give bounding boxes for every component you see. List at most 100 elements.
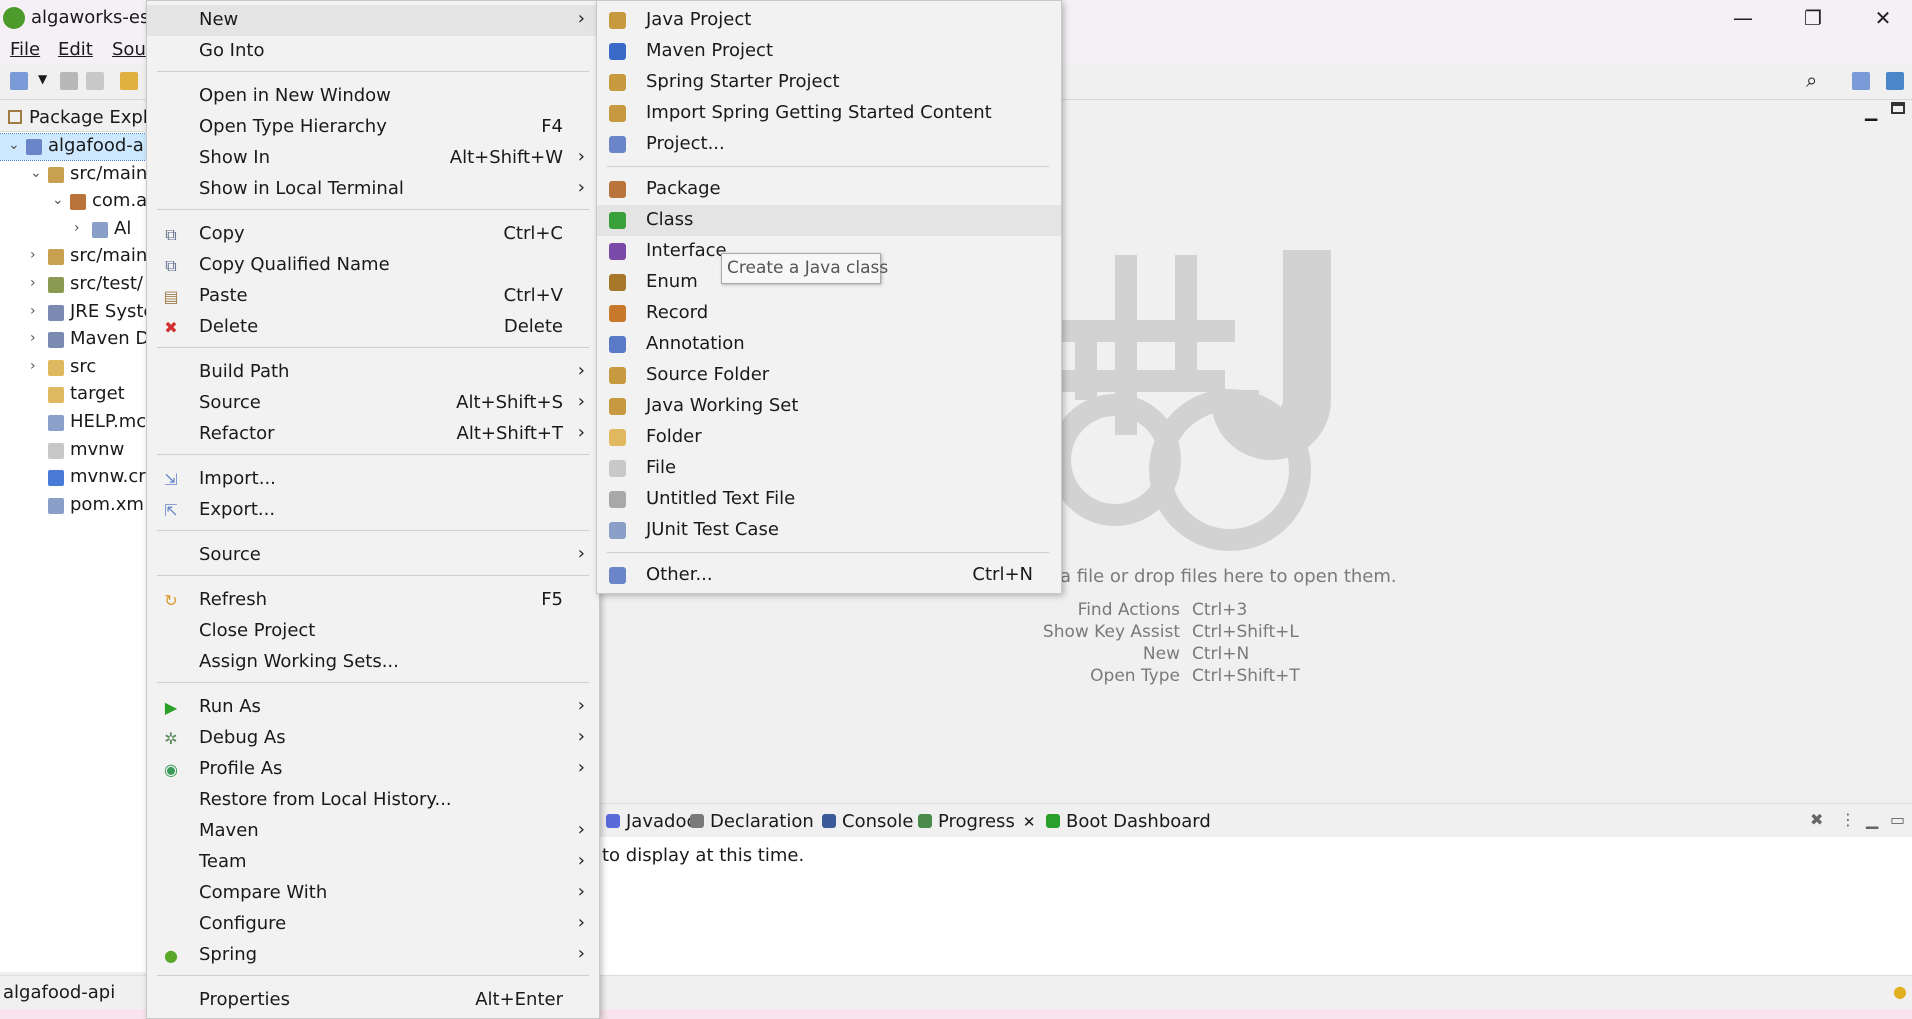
- expand-toggle-icon[interactable]: ⌄: [52, 192, 66, 208]
- menu-item-source[interactable]: Source Alt+Shift+S ›: [147, 388, 599, 419]
- new-record[interactable]: Record: [597, 298, 1061, 329]
- search-icon[interactable]: ⌕: [1806, 68, 1817, 92]
- expand-toggle-icon[interactable]: ›: [30, 330, 44, 346]
- menu-item-copy-qualified-name[interactable]: ⧉ Copy Qualified Name: [147, 250, 599, 281]
- new-wizard-icon[interactable]: [10, 72, 28, 90]
- new-project[interactable]: Project...: [597, 129, 1061, 160]
- tree-item[interactable]: mvnw: [0, 438, 146, 464]
- tree-item[interactable]: › Al: [0, 217, 146, 243]
- tree-item[interactable]: › JRE Syste: [0, 300, 146, 326]
- tree-item[interactable]: pom.xm: [0, 493, 146, 519]
- menu-item-maven[interactable]: Maven ›: [147, 816, 599, 847]
- expand-toggle-icon[interactable]: ›: [74, 220, 88, 236]
- tree-item[interactable]: HELP.mc: [0, 410, 146, 436]
- new-spring-starter-project[interactable]: Spring Starter Project: [597, 67, 1061, 98]
- menu-item-configure[interactable]: Configure ›: [147, 909, 599, 940]
- menu-item-go-into[interactable]: Go Into: [147, 36, 599, 67]
- new-import-spring-getting-started-content[interactable]: Import Spring Getting Started Content: [597, 98, 1061, 129]
- menu-item-spring[interactable]: ● Spring ›: [147, 940, 599, 971]
- menu-item-close-project[interactable]: Close Project: [147, 616, 599, 647]
- menu-item-open-in-new-window[interactable]: Open in New Window: [147, 81, 599, 112]
- undo-icon[interactable]: [120, 72, 138, 90]
- interface-icon: [609, 243, 626, 260]
- new-other[interactable]: Other... Ctrl+N: [597, 560, 1061, 591]
- clear-icon[interactable]: ✖: [1810, 810, 1823, 829]
- tree-item[interactable]: ⌄ src/main: [0, 162, 146, 188]
- tree-item[interactable]: ⌄ algafood-a: [0, 133, 146, 161]
- tree-item[interactable]: › Maven D: [0, 327, 146, 353]
- menu-item-run-as[interactable]: ▶ Run As ›: [147, 692, 599, 723]
- tab-javadoc[interactable]: Javadoc: [606, 811, 696, 832]
- profile-as-icon: ◉: [164, 760, 178, 779]
- menu-item-source[interactable]: Source ›: [147, 540, 599, 571]
- menu-item-debug-as[interactable]: ✲ Debug As ›: [147, 723, 599, 754]
- menu-item-properties[interactable]: Properties Alt+Enter: [147, 985, 599, 1016]
- expand-toggle-icon[interactable]: ›: [30, 275, 44, 291]
- tree-item[interactable]: › src/test/: [0, 272, 146, 298]
- maximize-view-icon[interactable]: ▭: [1890, 810, 1905, 829]
- expand-toggle-icon[interactable]: ›: [30, 247, 44, 263]
- minimize-button[interactable]: —: [1720, 3, 1766, 33]
- lightbulb-icon[interactable]: ●: [1893, 982, 1907, 1001]
- tab-console[interactable]: Console: [822, 811, 913, 832]
- new-maven-project[interactable]: Maven Project: [597, 36, 1061, 67]
- maximize-editor-icon[interactable]: [1891, 102, 1905, 114]
- minimize-view-icon[interactable]: ▁: [1866, 810, 1878, 829]
- tree-item[interactable]: target: [0, 382, 146, 408]
- menu-item-refresh[interactable]: ↻ Refresh F5: [147, 585, 599, 616]
- new-java-project[interactable]: Java Project: [597, 5, 1061, 36]
- menu-item-new[interactable]: New ›: [147, 5, 599, 36]
- menu-item-team[interactable]: Team ›: [147, 847, 599, 878]
- menu-item-show-in[interactable]: Show In Alt+Shift+W ›: [147, 143, 599, 174]
- open-perspective-icon[interactable]: [1852, 72, 1870, 90]
- view-menu-icon[interactable]: ⋮: [1840, 810, 1856, 829]
- restore-button[interactable]: ❐: [1790, 3, 1836, 33]
- close-window-button[interactable]: ✕: [1860, 3, 1906, 33]
- menu-item-assign-working-sets[interactable]: Assign Working Sets...: [147, 647, 599, 678]
- tree-item[interactable]: › src: [0, 355, 146, 381]
- package-explorer-tab[interactable]: Package Explo: [0, 102, 159, 132]
- menu-item-open-type-hierarchy[interactable]: Open Type Hierarchy F4: [147, 112, 599, 143]
- tab-progress[interactable]: Progress ✕: [918, 811, 1035, 832]
- menu-edit[interactable]: Edit: [58, 39, 93, 60]
- minimize-editor-icon[interactable]: ▁: [1865, 102, 1877, 121]
- new-class[interactable]: Class: [597, 205, 1061, 236]
- new-folder[interactable]: Folder: [597, 422, 1061, 453]
- menu-item-profile-as[interactable]: ◉ Profile As ›: [147, 754, 599, 785]
- expand-toggle-icon[interactable]: ⌄: [30, 165, 44, 181]
- tree-item[interactable]: ⌄ com.a: [0, 189, 146, 215]
- new-junit-test-case[interactable]: JUnit Test Case: [597, 515, 1061, 546]
- menu-item-show-in-local-terminal[interactable]: Show in Local Terminal ›: [147, 174, 599, 205]
- tree-item[interactable]: mvnw.cr: [0, 465, 146, 491]
- menu-item-import[interactable]: ⇲ Import...: [147, 464, 599, 495]
- new-annotation[interactable]: Annotation: [597, 329, 1061, 360]
- save-icon[interactable]: [60, 72, 78, 90]
- new-package[interactable]: Package: [597, 174, 1061, 205]
- console-icon: [822, 814, 836, 828]
- expand-toggle-icon[interactable]: ⌄: [8, 137, 22, 153]
- new-file[interactable]: File: [597, 453, 1061, 484]
- menu-item-refactor[interactable]: Refactor Alt+Shift+T ›: [147, 419, 599, 450]
- expand-toggle-icon[interactable]: ›: [30, 303, 44, 319]
- menu-item-paste[interactable]: ▤ Paste Ctrl+V: [147, 281, 599, 312]
- tree-item[interactable]: › src/main: [0, 244, 146, 270]
- menu-item-copy[interactable]: ⧉ Copy Ctrl+C: [147, 219, 599, 250]
- new-untitled-text-file[interactable]: Untitled Text File: [597, 484, 1061, 515]
- chevron-down-icon[interactable]: ▼: [38, 72, 47, 86]
- tab-declaration[interactable]: Declaration: [690, 811, 814, 832]
- menu-item-restore-from-local-history[interactable]: Restore from Local History...: [147, 785, 599, 816]
- menu-file[interactable]: File: [10, 39, 40, 60]
- menu-item-delete[interactable]: ✖ Delete Delete: [147, 312, 599, 343]
- tab-boot-dashboard[interactable]: Boot Dashboard: [1046, 811, 1211, 832]
- java-perspective-icon[interactable]: [1886, 72, 1904, 90]
- menu-sou[interactable]: Sou: [112, 39, 146, 60]
- save-all-icon[interactable]: [86, 72, 104, 90]
- menu-item-export[interactable]: ⇱ Export...: [147, 495, 599, 526]
- new-java-working-set[interactable]: Java Working Set: [597, 391, 1061, 422]
- menu-item-compare-with[interactable]: Compare With ›: [147, 878, 599, 909]
- expand-toggle-icon[interactable]: ›: [30, 358, 44, 374]
- menu-item-build-path[interactable]: Build Path ›: [147, 357, 599, 388]
- close-tab-icon[interactable]: ✕: [1023, 813, 1036, 831]
- submenu-arrow-icon: ›: [577, 850, 585, 871]
- new-source-folder[interactable]: Source Folder: [597, 360, 1061, 391]
